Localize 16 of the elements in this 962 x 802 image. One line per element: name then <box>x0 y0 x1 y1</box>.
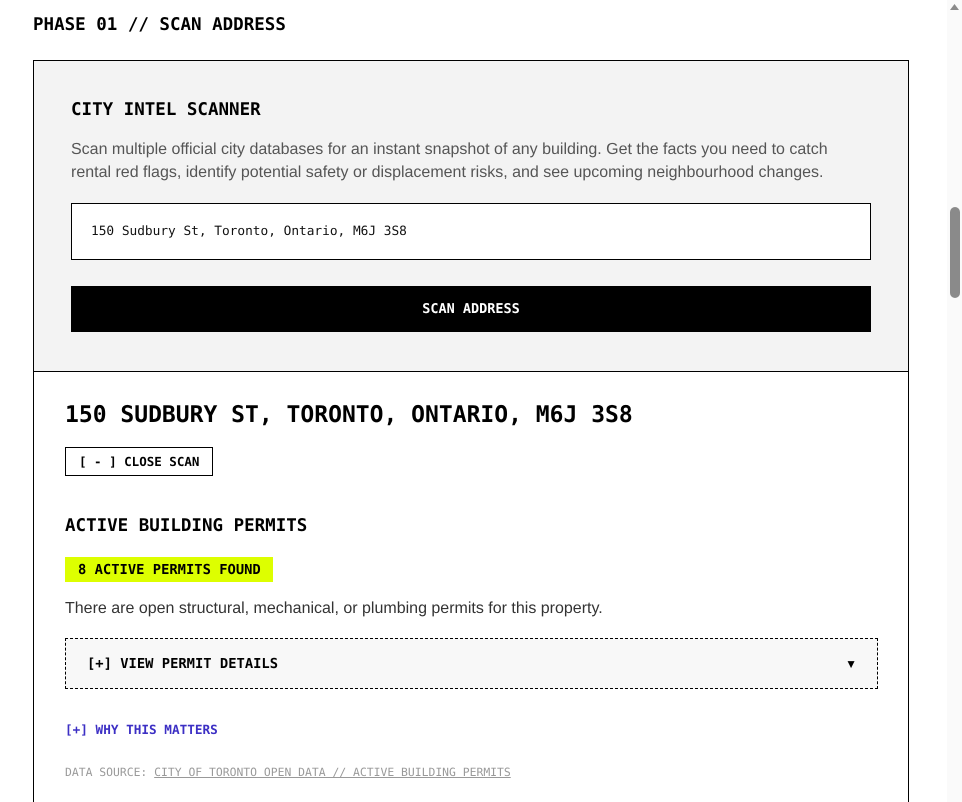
scrollbar-thumb[interactable] <box>950 207 960 298</box>
section-heading: ACTIVE BUILDING PERMITS <box>65 515 308 537</box>
phase-title: PHASE 01 // SCAN ADDRESS <box>33 14 287 36</box>
section-summary: There are open structural, mechanical, or plumbing permits for this property. <box>65 599 603 619</box>
address-field[interactable]: 150 Sudbury St, Toronto, Ontario, M6J 3S8 <box>71 203 871 260</box>
data-source-label: DATA SOURCE: <box>65 765 148 779</box>
scroll-up-arrow-icon[interactable] <box>950 4 959 10</box>
permit-details-toggle[interactable]: [+] VIEW PERMIT DETAILS ▼ <box>65 638 878 689</box>
permit-count-badge: 8 ACTIVE PERMITS FOUND <box>65 557 273 582</box>
why-this-matters-link[interactable]: [+] WHY THIS MATTERS <box>65 721 218 739</box>
close-scan-button[interactable]: [ - ] CLOSE SCAN <box>65 447 214 476</box>
caret-icon: ▼ <box>845 656 857 670</box>
scanned-address-heading: 150 SUDBURY ST, TORONTO, ONTARIO, M6J 3S8 <box>65 401 633 429</box>
scanner-title: CITY INTEL SCANNER <box>71 100 262 120</box>
scan-address-button[interactable]: SCAN ADDRESS <box>71 286 871 332</box>
scanner-description: Scan multiple official city databases for an instant snapshot of any building. Get the facts you need to catch rental red flags, identify potential safety or displacement risks, and see upcoming neighbourhood changes. <box>71 140 829 183</box>
